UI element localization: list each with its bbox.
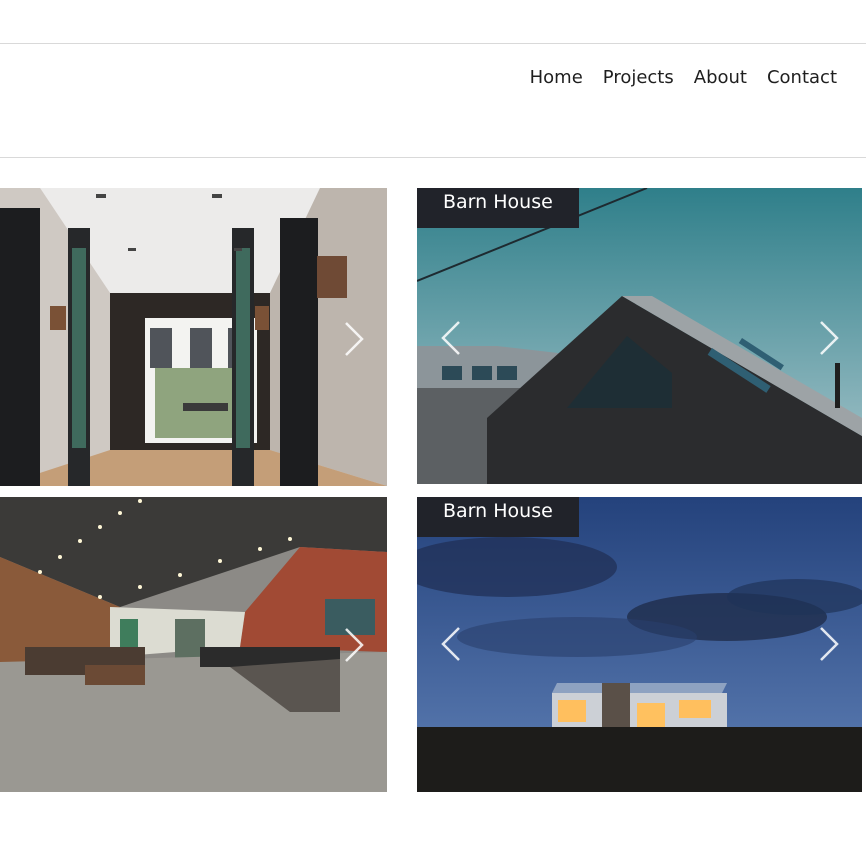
- chevron-right-icon[interactable]: [342, 625, 366, 665]
- gallery-tile-barn-house-2[interactable]: Barn House: [417, 497, 862, 792]
- barn-house-roof-photo: [417, 188, 862, 484]
- chevron-left-icon[interactable]: [439, 624, 463, 664]
- tile-caption: Barn House: [417, 497, 579, 537]
- loft-kitchen-interior-photo: [0, 497, 387, 792]
- nav-projects-link[interactable]: Projects: [603, 64, 674, 92]
- hallway-interior-photo: [0, 188, 387, 486]
- nav-about-link[interactable]: About: [694, 64, 747, 92]
- nav-home-link[interactable]: Home: [530, 64, 583, 92]
- nav-contact-link[interactable]: Contact: [767, 64, 837, 92]
- gallery-tile-loft-kitchen[interactable]: [0, 497, 387, 792]
- chevron-right-icon[interactable]: [817, 318, 841, 358]
- gallery-tile-hallway[interactable]: [0, 188, 387, 486]
- chevron-left-icon[interactable]: [439, 318, 463, 358]
- header-bottom-divider: [0, 157, 866, 158]
- barn-house-dusk-photo: [417, 497, 862, 792]
- page: Home Projects About Contact Barn House B…: [0, 0, 866, 845]
- chevron-right-icon[interactable]: [342, 319, 366, 359]
- tile-caption: Barn House: [417, 188, 579, 228]
- main-nav: Home Projects About Contact: [530, 64, 837, 92]
- header-top-divider: [0, 43, 866, 44]
- gallery-tile-barn-house-1[interactable]: Barn House: [417, 188, 862, 484]
- chevron-right-icon[interactable]: [817, 624, 841, 664]
